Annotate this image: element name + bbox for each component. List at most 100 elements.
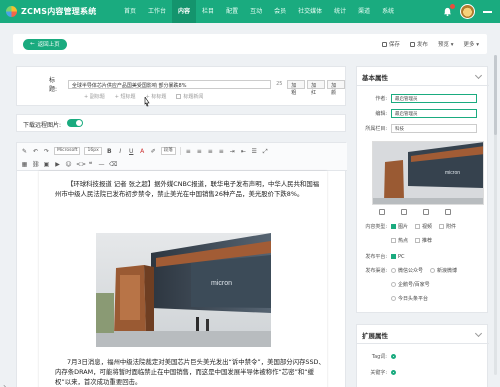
align-center-icon[interactable]: ≡ (196, 148, 203, 155)
nav-item[interactable]: 首页 (118, 0, 142, 23)
content-type-attachment[interactable]: 附件 (439, 223, 456, 230)
edit-image-icon[interactable] (423, 209, 429, 215)
upload-image-icon[interactable] (379, 209, 385, 215)
editor-input[interactable]: 最启管理员 (391, 109, 477, 118)
title-input[interactable]: 全球半导体芯片供应产品国美受国影响 部分暴跌8% (67, 79, 272, 89)
heading-select[interactable]: 段落 (160, 147, 176, 155)
nav-item[interactable]: 工作台 (142, 0, 172, 23)
add-short-title-link[interactable]: + 短标题 (115, 93, 136, 100)
emoji-icon[interactable]: ☺ (65, 161, 72, 168)
rich-text-editor: ✎ ↶ ↷ Microsoft 16px B I U A ✐ 段落 ≡ ≡ ≡ … (16, 142, 347, 387)
collapse-chevron-icon[interactable] (474, 329, 483, 338)
nav-item[interactable]: 会员 (268, 0, 292, 23)
page-scrollbar[interactable] (494, 55, 497, 375)
table-icon[interactable]: ▦ (21, 161, 28, 168)
channel-penguin[interactable]: 企鹅号/百家号 (391, 281, 430, 288)
list-icon[interactable]: ☰ (251, 148, 258, 155)
highlight-icon[interactable]: ✐ (150, 148, 157, 155)
nav-item[interactable]: 社交媒体 (292, 0, 328, 23)
text-color-icon[interactable]: A (139, 148, 146, 155)
indent-icon[interactable]: ⇥ (229, 148, 236, 155)
color-title-button[interactable]: 加颜 (327, 79, 346, 96)
remote-image-toggle[interactable] (67, 119, 83, 127)
underline-icon[interactable]: U (128, 148, 135, 155)
title-panel: 标题: 全球半导体芯片供应产品国美受国影响 部分暴跌8% 25 加粗 加红 加颜… (16, 66, 346, 106)
font-size-select[interactable]: 16px (84, 147, 102, 155)
publish-icon (409, 42, 415, 47)
platform-pc[interactable]: PC (391, 254, 405, 260)
logo-icon (6, 6, 17, 17)
more-button[interactable]: 更多 ▾ (463, 40, 479, 48)
editor-content[interactable]: 【环球科技报道 记者 张之超】据外媒CNBC报道，联华电子发布声明，中华人民共和… (39, 171, 327, 387)
keyword-row: 关键字: (357, 369, 405, 376)
nav-item[interactable]: 系统 (376, 0, 400, 23)
flag-hot[interactable]: 热点 (391, 237, 408, 244)
svg-text:micron: micron (445, 170, 460, 176)
keyword-add-button[interactable] (391, 370, 398, 375)
nav-item[interactable]: 互动 (244, 0, 268, 23)
column-label: 所属栏目: (365, 126, 387, 132)
bold-title-button[interactable]: 加粗 (287, 79, 306, 96)
preview-button[interactable]: 预览 ▾ (438, 40, 454, 48)
nav-item[interactable]: 配置 (220, 0, 244, 23)
channel-row-2: 企鹅号/百家号 (357, 281, 437, 288)
redo-icon[interactable]: ↷ (43, 148, 50, 155)
nav-item[interactable]: 内容 (172, 0, 197, 23)
font-family-select[interactable]: Microsoft (54, 147, 81, 155)
italic-icon[interactable]: I (117, 148, 124, 155)
editor-column: 标题: 全球半导体芯片供应产品国美受国影响 部分暴跌8% 25 加粗 加红 加颜… (0, 60, 348, 387)
bold-icon[interactable]: B (106, 148, 113, 155)
article-paragraph: 7月3日消息，福州中级法院裁定对美国芯片巨头美光发出“诉中禁令”，美国部分闪存S… (55, 358, 325, 386)
flag-recommend[interactable]: 推荐 (415, 237, 432, 244)
video-icon[interactable]: ▶ (54, 161, 61, 168)
channel-weibo[interactable]: 新浪微博 (430, 267, 457, 274)
align-left-icon[interactable]: ≡ (185, 148, 192, 155)
undo-icon[interactable]: ↶ (32, 148, 39, 155)
nav-item[interactable]: 渠道 (352, 0, 376, 23)
hr-icon[interactable]: — (98, 161, 105, 168)
bell-icon[interactable] (443, 4, 455, 16)
red-title-button[interactable]: 加红 (307, 79, 326, 96)
nav-item[interactable]: 统计 (328, 0, 352, 23)
align-right-icon[interactable]: ≡ (207, 148, 214, 155)
editor-label: 编辑: (375, 111, 387, 117)
tag-add-button[interactable] (391, 354, 398, 359)
title-char-count: 25 (276, 81, 283, 87)
article-paragraph: 【环球科技报道 记者 张之超】据外媒CNBC报道，联华电子发布声明，中华人民共和… (55, 180, 320, 198)
tag-row: Tag词: (357, 353, 405, 360)
app-logo[interactable]: ZCMS内容管理系统 (0, 6, 118, 17)
channel-wechat[interactable]: 微信公众号 (391, 267, 423, 274)
content-type-video[interactable]: 视频 (415, 223, 432, 230)
column-select[interactable]: 科技 (391, 124, 477, 133)
outdent-icon[interactable]: ⇤ (240, 148, 247, 155)
collapse-chevron-icon[interactable] (474, 71, 483, 80)
clear-format-icon[interactable]: ⌫ (109, 161, 117, 168)
title-news-checkbox[interactable]: 标题新闻 (176, 93, 203, 100)
publish-button[interactable]: 发布 (409, 40, 428, 48)
crop-image-icon[interactable] (401, 209, 407, 215)
menu-icon[interactable] (483, 10, 492, 13)
nav-item[interactable]: 栏目 (196, 0, 220, 23)
content-type-image[interactable]: 图片 (391, 223, 408, 230)
platform-row: 发布平台: PC (365, 253, 405, 261)
align-justify-icon[interactable]: ≡ (218, 148, 225, 155)
channel-toutiao[interactable]: 今日头条平台 (391, 295, 428, 302)
avatar[interactable] (460, 4, 475, 19)
source-icon[interactable]: ✎ (21, 148, 28, 155)
save-button[interactable]: 保存 (381, 40, 400, 48)
top-bar: ZCMS内容管理系统 首页 工作台 内容 栏目 配置 互动 会员 社交媒体 统计 渠道 系统 (0, 0, 500, 23)
image-icon[interactable]: ▣ (43, 161, 50, 168)
delete-image-icon[interactable] (445, 209, 451, 215)
back-button[interactable]: ← 返回上页 (23, 38, 67, 50)
cover-image[interactable]: micron (372, 141, 484, 205)
fullscreen-icon[interactable]: ⤢ (262, 148, 269, 155)
add-subtitle-link[interactable]: + 副标题 (84, 93, 105, 100)
author-input[interactable]: 最启管理员 (391, 94, 477, 103)
svg-text:micron: micron (211, 280, 232, 287)
article-image[interactable]: micron (96, 233, 271, 347)
code-icon[interactable]: <> (76, 161, 86, 168)
link-icon[interactable]: ⛓ (32, 161, 40, 168)
quote-icon[interactable]: ❝ (87, 161, 94, 168)
collapse-arrow-icon[interactable]: › (3, 382, 6, 387)
channel-row: 发布渠道: 微信公众号 新浪微博 (365, 267, 458, 274)
